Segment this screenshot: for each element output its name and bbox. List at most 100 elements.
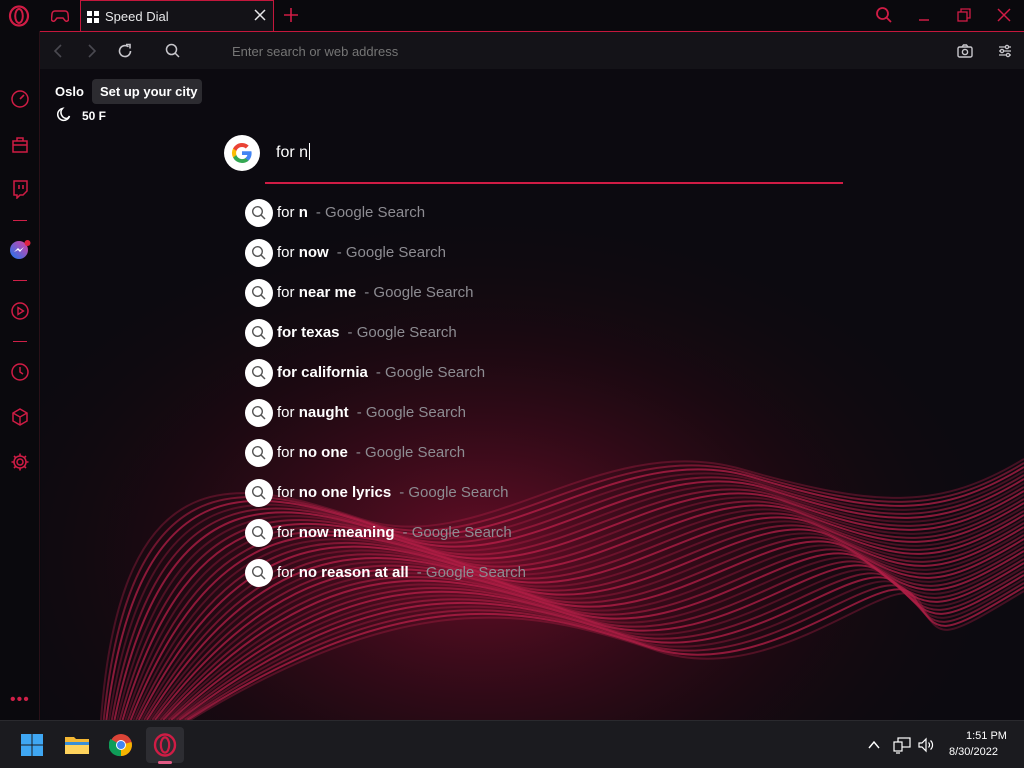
- close-window-icon[interactable]: [989, 3, 1019, 27]
- search-icon: [245, 559, 273, 587]
- moon-icon: [56, 106, 72, 122]
- suggestion-prefix: for: [277, 404, 299, 421]
- gamepad-icon[interactable]: [44, 3, 76, 29]
- address-bar-input[interactable]: [230, 43, 730, 60]
- sidebar-divider: [13, 341, 27, 342]
- search-underline: [265, 182, 843, 184]
- weather-city[interactable]: Oslo: [55, 84, 84, 99]
- sidebar-divider: [13, 280, 27, 281]
- address-toolbar: [40, 31, 1024, 69]
- extensions-cube-icon[interactable]: [9, 406, 31, 428]
- suggestion-item[interactable]: for near me - Google Search: [245, 278, 845, 318]
- suggestion-source: - Google Search: [355, 444, 466, 461]
- suggestion-source: - Google Search: [347, 324, 457, 341]
- active-app-indicator: [158, 761, 172, 764]
- windows-start-icon[interactable]: [13, 727, 51, 763]
- search-icon: [245, 199, 273, 227]
- tab-title: Speed Dial: [105, 9, 169, 24]
- tab-speed-dial[interactable]: Speed Dial: [80, 0, 274, 31]
- easy-setup-sliders-icon[interactable]: [996, 42, 1014, 60]
- suggestion-completion: for california: [277, 364, 368, 381]
- suggestion-item[interactable]: for now meaning - Google Search: [245, 518, 845, 558]
- minimize-icon[interactable]: [909, 3, 939, 27]
- suggestion-completion: for texas: [277, 324, 340, 341]
- suggestion-completion: no reason at all: [298, 564, 409, 581]
- suggestion-item[interactable]: for no one lyrics - Google Search: [245, 478, 845, 518]
- search-icon: [245, 399, 273, 427]
- suggestion-prefix: for: [277, 284, 299, 301]
- suggestion-item[interactable]: for no reason at all - Google Search: [245, 558, 845, 598]
- history-clock-icon[interactable]: [9, 361, 31, 383]
- suggestion-text: for now meaning - Google Search: [277, 524, 512, 541]
- reload-icon[interactable]: [116, 42, 134, 60]
- taskbar-clock-time[interactable]: 1:51 PM: [966, 730, 1007, 742]
- windows-taskbar: 1:51 PM 8/30/2022: [0, 720, 1024, 768]
- search-query-text: for n: [276, 144, 309, 161]
- google-logo-icon[interactable]: [224, 135, 260, 171]
- suggestion-item[interactable]: for n - Google Search: [245, 198, 845, 238]
- suggestion-item[interactable]: for naught - Google Search: [245, 398, 845, 438]
- suggestion-item[interactable]: for no one - Google Search: [245, 438, 845, 478]
- google-search-input[interactable]: for n: [276, 143, 836, 162]
- opera-gx-taskbar-icon[interactable]: [146, 727, 184, 763]
- settings-gear-icon[interactable]: [9, 451, 31, 473]
- suggestion-completion: no one lyrics: [298, 484, 392, 501]
- shopping-bag-icon[interactable]: [9, 133, 31, 155]
- search-icon: [245, 359, 273, 387]
- sidebar-divider: [13, 220, 27, 221]
- suggestion-prefix: for: [277, 444, 299, 461]
- suggestion-item[interactable]: for now - Google Search: [245, 238, 845, 278]
- suggestion-source: - Google Search: [356, 404, 466, 421]
- search-icon: [245, 479, 273, 507]
- suggestion-prefix: for: [277, 204, 299, 221]
- suggestion-prefix: for: [277, 524, 299, 541]
- suggestion-item[interactable]: for texas - Google Search: [245, 318, 845, 358]
- search-icon: [245, 519, 273, 547]
- sidebar: •••: [0, 31, 40, 720]
- file-explorer-icon[interactable]: [58, 727, 96, 763]
- suggestion-text: for near me - Google Search: [277, 284, 473, 301]
- new-tab-plus-icon[interactable]: [282, 4, 300, 26]
- speed-dial-grid-icon: [87, 10, 99, 23]
- suggestion-item[interactable]: for california - Google Search: [245, 358, 845, 398]
- more-dots-icon[interactable]: •••: [10, 691, 30, 709]
- suggestion-completion: n: [298, 204, 308, 221]
- suggestion-source: - Google Search: [336, 244, 446, 261]
- suggestion-text: for now - Google Search: [277, 244, 446, 261]
- messenger-icon[interactable]: [9, 239, 31, 261]
- snapshot-camera-icon[interactable]: [956, 42, 974, 60]
- suggestion-prefix: for: [277, 484, 299, 501]
- suggestion-source: - Google Search: [364, 284, 474, 301]
- player-icon[interactable]: [9, 300, 31, 322]
- close-tab-icon[interactable]: [253, 8, 267, 22]
- restore-icon[interactable]: [949, 3, 979, 27]
- search-icon: [245, 239, 273, 267]
- weather-temperature: 50 F: [82, 109, 107, 123]
- suggestion-text: for no reason at all - Google Search: [277, 564, 526, 581]
- back-arrow-icon[interactable]: [50, 42, 68, 60]
- speedometer-icon[interactable]: [9, 88, 31, 110]
- chevron-up-icon[interactable]: [864, 735, 884, 755]
- suggestion-completion: now meaning: [298, 524, 395, 541]
- suggestion-source: - Google Search: [416, 564, 526, 581]
- tab-strip: Speed Dial: [0, 0, 1024, 31]
- suggestion-text: for naught - Google Search: [277, 404, 466, 421]
- chrome-icon[interactable]: [102, 727, 140, 763]
- suggestion-source: - Google Search: [402, 524, 512, 541]
- suggestion-completion: no one: [298, 444, 348, 461]
- suggestion-text: for n - Google Search: [277, 204, 425, 221]
- setup-city-tooltip: Set up your city: [92, 79, 202, 104]
- search-icon: [245, 439, 273, 467]
- network-icon[interactable]: [892, 735, 912, 755]
- taskbar-clock-date[interactable]: 8/30/2022: [949, 746, 998, 758]
- suggestion-source: - Google Search: [375, 364, 486, 381]
- text-caret: [309, 143, 311, 160]
- twitch-icon[interactable]: [9, 178, 31, 200]
- volume-icon[interactable]: [916, 735, 936, 755]
- search-tabs-icon[interactable]: [869, 3, 899, 27]
- forward-arrow-icon[interactable]: [82, 42, 100, 60]
- opera-menu-icon[interactable]: [8, 5, 30, 27]
- suggestion-prefix: for: [277, 564, 299, 581]
- suggestion-text: for no one - Google Search: [277, 444, 465, 461]
- suggestion-source: - Google Search: [315, 204, 426, 221]
